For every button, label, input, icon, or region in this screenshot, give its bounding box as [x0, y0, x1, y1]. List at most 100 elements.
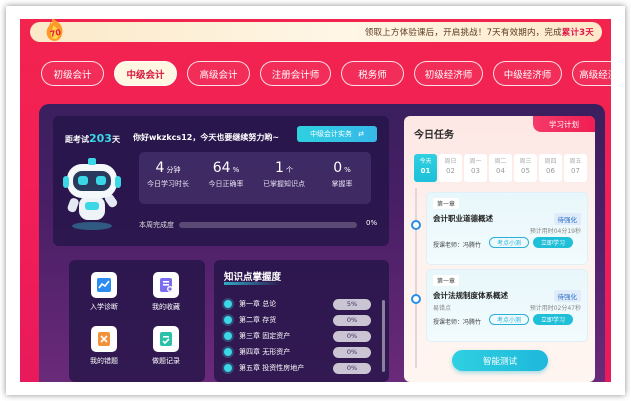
robot-mascot-icon [63, 158, 121, 230]
knowledge-chapter-pct: 0% [333, 346, 371, 358]
quiz-button[interactable]: 考点小测 [489, 237, 529, 248]
day-name: 周四 [544, 158, 557, 165]
banner-text-prefix: 领取上方体验课后，开启挑战！7天有效期内，完成 [364, 28, 562, 38]
knowledge-row[interactable]: 第三章 固定资产 0% [224, 330, 379, 342]
knowledge-row[interactable]: 第二章 存货 0% [224, 314, 379, 326]
exam-countdown: 距考试203天 [65, 132, 120, 145]
task-teacher: 授课老师：冯腾竹 [433, 242, 482, 249]
quiz-button[interactable]: 考点小测 [489, 314, 529, 325]
chart-line-icon [91, 272, 117, 298]
day-tab[interactable]: 周五 07 [564, 154, 587, 182]
chapter-dot-icon [224, 348, 232, 356]
knowledge-row[interactable]: 第四章 无形资产 0% [224, 346, 379, 358]
challenge-banner[interactable]: 70 领取上方体验课后，开启挑战！7天有效期内，完成累计3天 [30, 19, 602, 42]
tab-intermediate-accounting[interactable]: 中级会计 [114, 61, 177, 86]
knowledge-chapter-pct: 5% [333, 298, 371, 310]
task-estimated-time: 预计用时02分47秒 [529, 305, 581, 312]
knowledge-chapter-pct: 0% [333, 314, 371, 326]
timeline-dot-icon [411, 220, 421, 230]
quick-entry-diagnosis-label: 入学诊断 [90, 303, 118, 311]
knowledge-title: 知识点掌握度 [224, 269, 282, 285]
day-tab[interactable]: 周一 03 [464, 154, 487, 182]
stat-mastered-points: 1个 已掌握知识点 [255, 152, 313, 204]
banner-text-highlight: 累计3天 [561, 28, 594, 38]
knowledge-scrollbar[interactable] [382, 300, 385, 372]
stat-mastery-rate: 0% 掌握率 [313, 152, 371, 204]
stat-study-time-label: 今日学习时长 [147, 180, 189, 188]
tab-junior-accounting[interactable]: 初级会计 [41, 61, 104, 86]
day-tab[interactable]: 周四 06 [539, 154, 562, 182]
chapter-dot-icon [224, 332, 232, 340]
subject-switch-button[interactable]: 中级会计实务 ⇄ [297, 126, 377, 142]
wrong-question-icon [91, 326, 117, 352]
quiz-button-label: 考点小测 [496, 317, 521, 324]
knowledge-chapter-name: 第二章 存货 [239, 316, 277, 324]
record-icon [153, 326, 179, 352]
quick-access-card: 入学诊断 我的收藏 我的错题 做题记录 [69, 260, 205, 382]
learn-now-label: 立即学习 [540, 317, 565, 324]
day-date: 05 [521, 167, 530, 175]
day-tab[interactable]: 今天 01 [414, 154, 437, 182]
stat-mastered-points-label: 已掌握知识点 [263, 180, 305, 188]
knowledge-row[interactable]: 第一章 总论 5% [224, 298, 379, 310]
weekly-progress-bar [179, 222, 357, 228]
stat-mastered-points-value: 1 [275, 160, 284, 176]
day-date: 06 [546, 167, 555, 175]
countdown-days: 203 [89, 132, 112, 145]
tab-cpa[interactable]: 注册会计师 [260, 61, 331, 86]
learn-now-button[interactable]: 立即学习 [533, 237, 573, 248]
knowledge-chapter-pct: 0% [333, 330, 371, 342]
exam-level-tabs: 初级会计 中级会计 高级会计 注册会计师 税务师 初级经济师 中级经济师 高级经… [41, 61, 611, 86]
quick-entry-diagnosis[interactable]: 入学诊断 [79, 272, 129, 312]
stat-mastery-rate-value: 0 [333, 160, 343, 176]
tab-junior-economist[interactable]: 初级经济师 [414, 61, 483, 86]
day-tab[interactable]: 周二 04 [489, 154, 512, 182]
knowledge-chapter-pct: 0% [333, 362, 371, 374]
task-item[interactable]: 第一章 会计职业道德概述 待强化 预计用时04分19秒 授课老师：冯腾竹 考点小… [426, 192, 588, 265]
timeline-dot-icon [411, 294, 421, 304]
tab-senior-accounting[interactable]: 高级会计 [187, 61, 250, 86]
weekly-progress-label: 本周完成度 [139, 221, 174, 229]
day-tab[interactable]: 周三 05 [514, 154, 537, 182]
learn-now-button[interactable]: 立即学习 [533, 314, 573, 325]
task-item[interactable]: 第一章 会计法规制度体系概述 待强化 易错点 预计用时02分47秒 授课老师：冯… [426, 269, 588, 342]
greeting-text: 你好wkzkcs12，今天也要继续努力哟~ [133, 133, 280, 142]
quick-entry-favorites[interactable]: 我的收藏 [141, 272, 191, 312]
countdown-suffix: 天 [111, 135, 120, 144]
knowledge-chapter-name: 第五章 投资性房地产 [239, 364, 305, 372]
task-teacher: 授课老师：冯腾竹 [433, 319, 482, 326]
quick-entry-records[interactable]: 做题记录 [141, 326, 191, 366]
day-date: 01 [420, 167, 431, 175]
task-estimated-time: 预计用时04分19秒 [529, 228, 581, 235]
stat-study-time-unit: 分钟 [166, 166, 181, 174]
study-plan-tag[interactable]: 学习计划 [533, 116, 595, 132]
day-name: 周日 [444, 158, 457, 165]
quick-entry-wrong-questions-label: 我的错题 [90, 357, 118, 365]
day-tab[interactable]: 周日 02 [439, 154, 462, 182]
quick-entry-favorites-label: 我的收藏 [152, 303, 180, 311]
stat-accuracy: 64% 今日正确率 [197, 152, 255, 204]
task-chapter: 第一章 [433, 275, 460, 286]
task-state-badge: 待强化 [553, 213, 581, 225]
knowledge-row[interactable]: 第五章 投资性房地产 0% [224, 362, 379, 374]
stat-accuracy-label: 今日正确率 [208, 180, 244, 188]
week-selector: 今天 01 周日 02 周一 03 周二 04 周三 05 周四 06 周五 07 [414, 154, 587, 182]
task-timeline [415, 188, 417, 368]
day-date: 04 [496, 167, 505, 175]
day-date: 07 [571, 167, 580, 175]
stat-mastery-rate-unit: % [344, 166, 351, 174]
day-date: 02 [446, 167, 455, 175]
task-title: 会计职业道德概述 [433, 214, 493, 223]
tab-intermediate-economist[interactable]: 中级经济师 [493, 61, 562, 86]
tab-tax-advisor[interactable]: 税务师 [341, 61, 404, 86]
tab-senior-economist[interactable]: 高级经济师 [572, 61, 611, 86]
quick-entry-wrong-questions[interactable]: 我的错题 [79, 326, 129, 366]
chapter-dot-icon [224, 364, 232, 372]
collection-icon [153, 272, 179, 298]
smart-test-button[interactable]: 智能测试 [452, 350, 548, 371]
quick-entry-records-label: 做题记录 [152, 357, 180, 365]
flame-logo-icon: 70 [46, 19, 63, 41]
day-name: 周五 [569, 158, 582, 165]
knowledge-chapter-name: 第四章 无形资产 [239, 348, 291, 356]
day-name: 周一 [469, 158, 482, 165]
